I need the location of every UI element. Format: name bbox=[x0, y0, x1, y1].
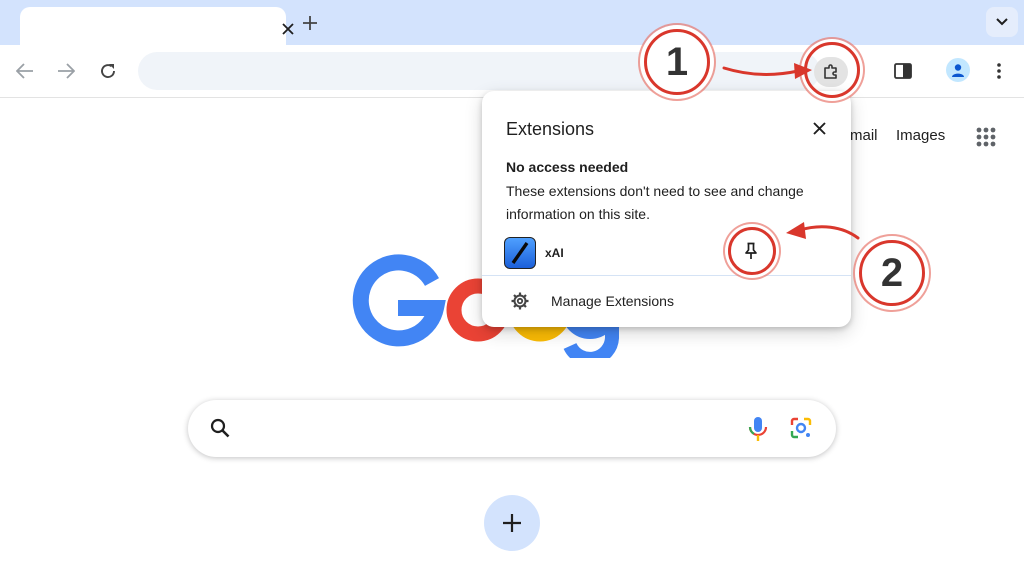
tab-strip bbox=[0, 0, 1024, 45]
kebab-menu-icon[interactable] bbox=[988, 58, 1010, 84]
active-tab[interactable] bbox=[20, 7, 294, 45]
images-link[interactable]: Images bbox=[896, 127, 945, 144]
google-lens-icon[interactable] bbox=[790, 417, 812, 439]
gear-icon bbox=[510, 291, 530, 311]
manage-extensions-item[interactable]: Manage Extensions bbox=[482, 277, 851, 325]
search-icon bbox=[210, 418, 230, 438]
popup-title: Extensions bbox=[506, 119, 595, 139]
google-apps-grid-icon[interactable] bbox=[972, 123, 1000, 151]
tab-search-chevron-icon[interactable] bbox=[986, 7, 1018, 37]
add-shortcut-plus-icon[interactable] bbox=[484, 495, 540, 551]
arrow-to-extensions bbox=[722, 63, 812, 79]
voice-search-mic-icon[interactable] bbox=[748, 416, 768, 442]
extensions-popup: Extensions No access needed These extens… bbox=[482, 91, 851, 327]
side-panel-icon[interactable] bbox=[890, 58, 916, 84]
manage-extensions-label: Manage Extensions bbox=[551, 293, 674, 309]
step-1-badge: 1 bbox=[644, 29, 710, 95]
extension-name: xAI bbox=[545, 246, 564, 260]
close-popup-icon[interactable] bbox=[808, 117, 830, 139]
gmail-link[interactable]: mail bbox=[850, 127, 878, 144]
profile-avatar-icon[interactable] bbox=[946, 58, 970, 82]
forward-arrow-icon[interactable] bbox=[54, 59, 78, 83]
arrow-to-pin bbox=[786, 222, 860, 240]
reload-icon[interactable] bbox=[96, 59, 120, 83]
back-arrow-icon[interactable] bbox=[13, 59, 37, 83]
xai-logo-icon bbox=[504, 237, 536, 269]
pin-extension-icon[interactable] bbox=[734, 234, 768, 268]
close-tab-icon[interactable] bbox=[278, 19, 298, 39]
step-2-badge: 2 bbox=[859, 240, 925, 306]
search-box[interactable] bbox=[188, 400, 836, 457]
new-tab-icon[interactable] bbox=[298, 11, 322, 35]
address-bar[interactable] bbox=[138, 52, 820, 90]
section-heading: No access needed bbox=[506, 159, 629, 175]
popup-divider bbox=[482, 275, 851, 276]
